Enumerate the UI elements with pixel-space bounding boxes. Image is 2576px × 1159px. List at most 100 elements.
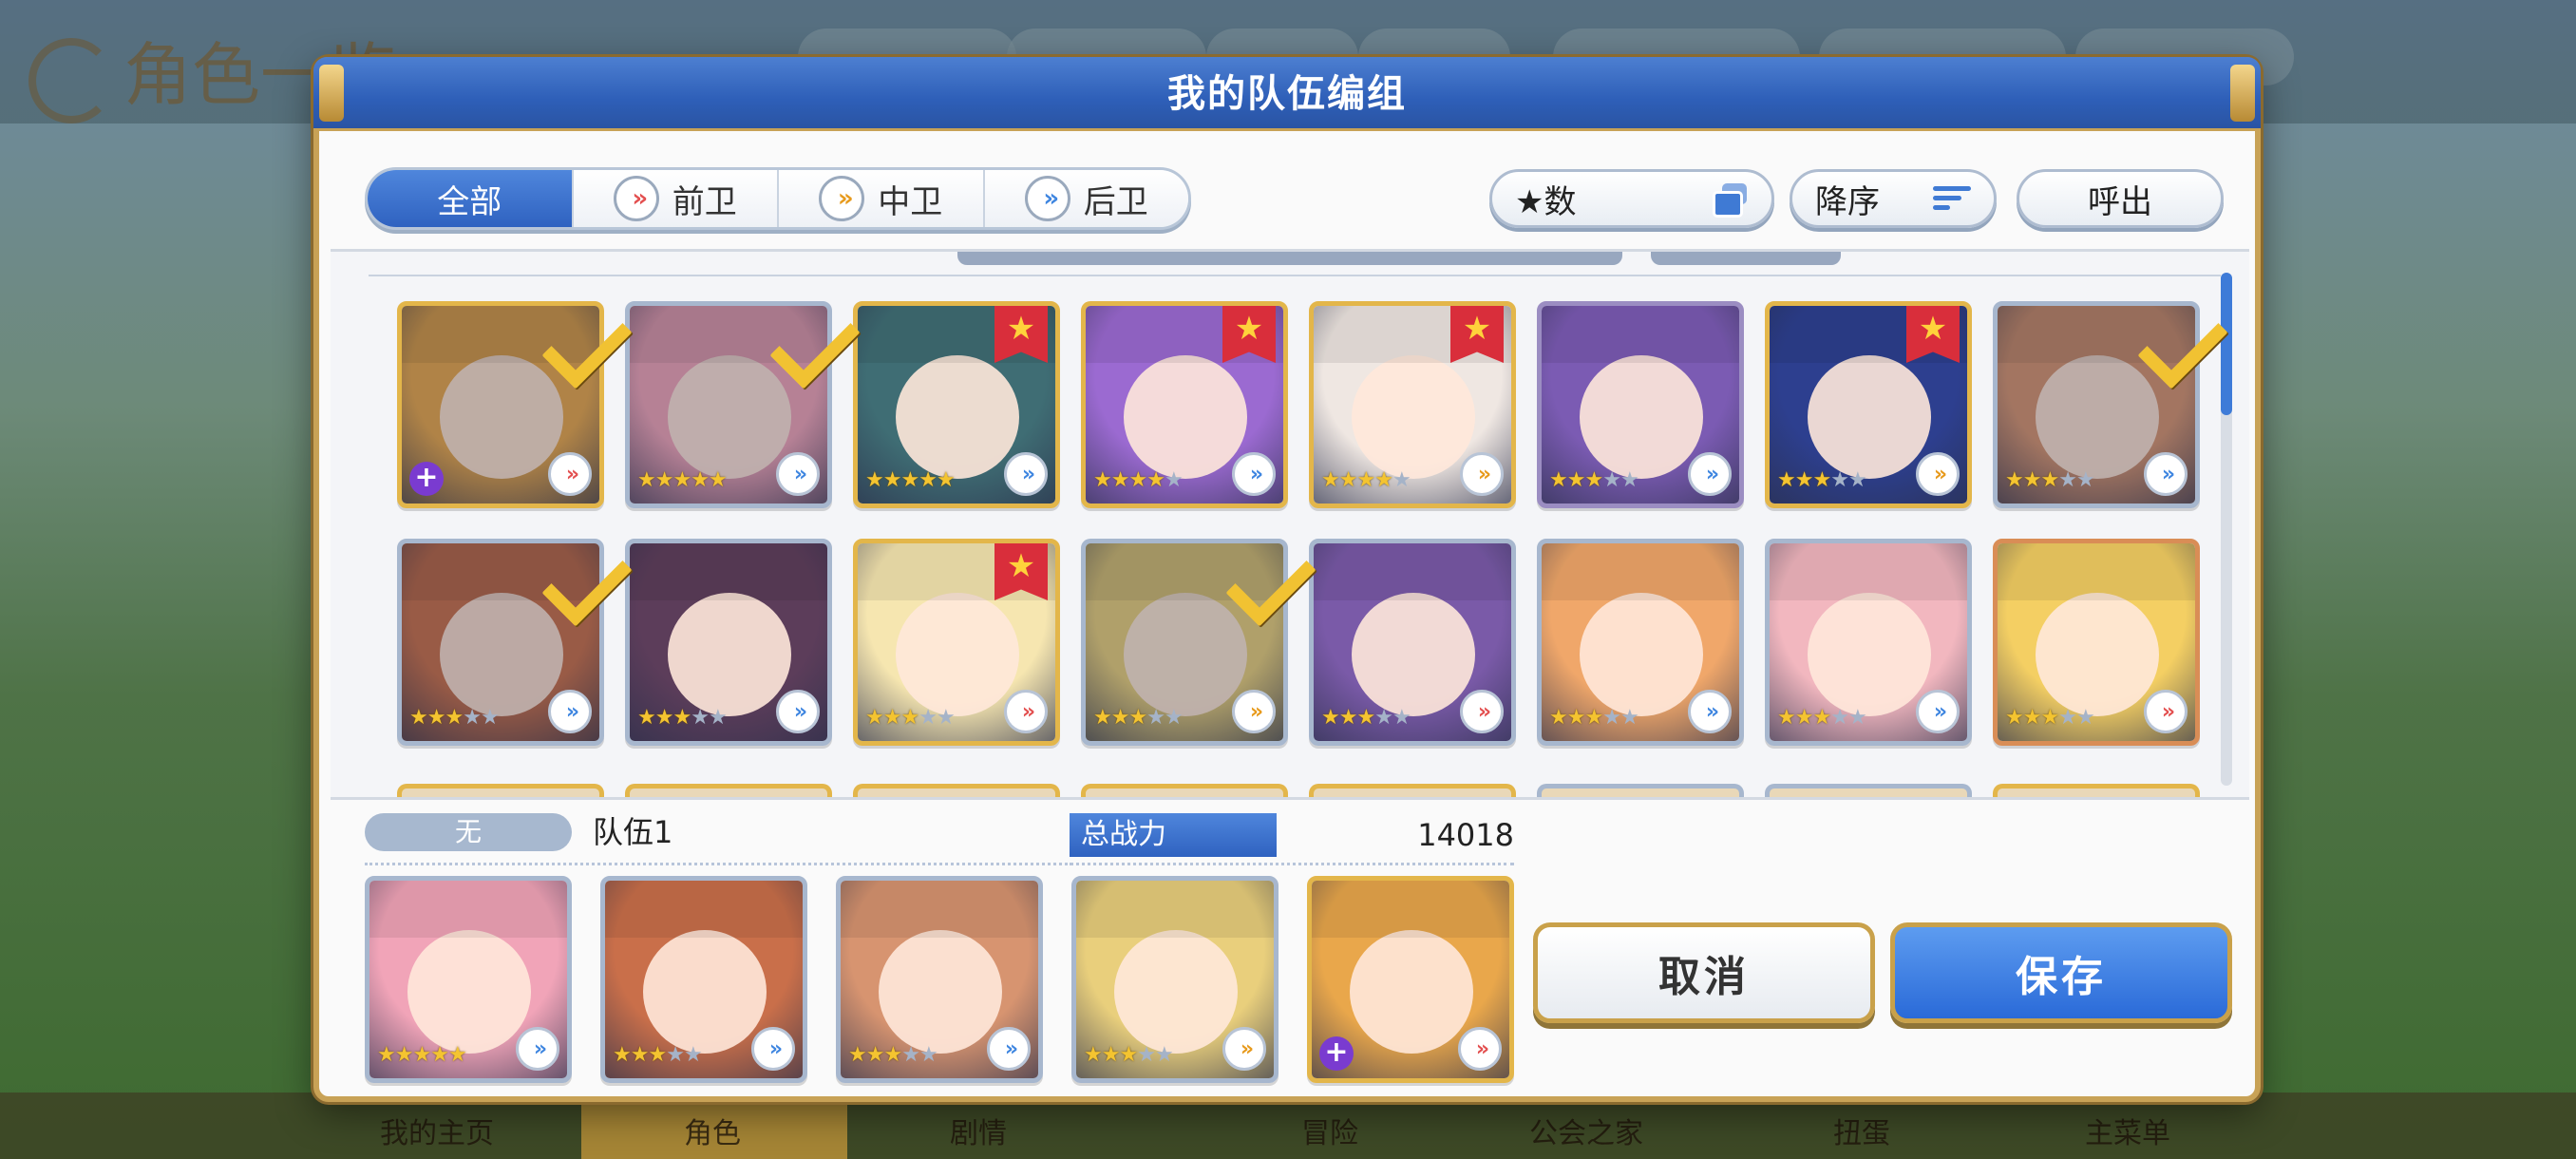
team-member-card[interactable]: ★★★★★ » (1071, 876, 1279, 1083)
star-icon: ★ (1101, 1043, 1121, 1067)
back-position-icon: » (1004, 452, 1048, 496)
tab-back[interactable]: » 后卫 (984, 170, 1188, 227)
star-filter-button[interactable]: ★数 (1489, 169, 1774, 228)
star-icon: ★ (1566, 468, 1586, 492)
front-position-icon: » (613, 176, 659, 221)
star-icon: ★ (1093, 706, 1112, 730)
star-icon: ★ (848, 1043, 867, 1067)
partial-character-card[interactable] (853, 784, 1060, 797)
tab-front[interactable]: » 前卫 (573, 170, 779, 227)
star-icon: ★ (409, 706, 428, 730)
partial-character-card[interactable] (1993, 784, 2200, 797)
partial-character-card[interactable] (397, 784, 604, 797)
star-icon: ★ (1374, 468, 1393, 492)
mid-position-icon: » (1222, 1027, 1266, 1071)
save-label: 保存 (2016, 953, 2107, 1001)
star-icon: ★ (900, 706, 919, 730)
cancel-button[interactable]: 取消 (1533, 922, 1875, 1023)
save-button[interactable]: 保存 (1890, 922, 2232, 1023)
star-icon: ★ (1584, 706, 1603, 730)
star-icon: ★ (648, 1043, 667, 1067)
star-icon: ★ (919, 468, 938, 492)
star-icon: ★ (672, 468, 691, 492)
sort-order-button[interactable]: 降序 (1790, 169, 1997, 228)
roster-character-card[interactable]: ★★★★★ » ★ (1081, 301, 1288, 508)
team-member-card[interactable]: ★★★★★» (836, 876, 1043, 1083)
roster-character-card[interactable]: ★★★★★ » ★ (853, 301, 1060, 508)
team-member-card[interactable]: ★★★★★» (600, 876, 807, 1083)
back-position-icon: » (987, 1027, 1031, 1071)
star-rating: ★★★★★ (2005, 706, 2095, 730)
partial-character-card[interactable] (1081, 784, 1288, 797)
star-icon: ★ (654, 706, 674, 730)
star-rating: ★★★★★ (637, 706, 728, 730)
middle-position-icon: » (819, 176, 865, 221)
star-icon: ★ (447, 1043, 467, 1067)
background-nav-item: 冒险 (1301, 1117, 1358, 1150)
star-icon: ★ (2040, 468, 2059, 492)
star-icon: ★ (377, 1043, 396, 1067)
tab-middle[interactable]: » 中卫 (779, 170, 985, 227)
roster-scrollbar[interactable] (2221, 273, 2232, 786)
team-member-card[interactable]: ★★★★★» (365, 876, 572, 1083)
sort-label: 降序 (1815, 182, 1880, 221)
tab-all[interactable]: 全部 (368, 170, 574, 227)
star-icon: ★ (1392, 468, 1411, 492)
roster-character-card[interactable]: ★★★★★» (1765, 539, 1972, 746)
partial-character-card[interactable] (1309, 784, 1516, 797)
star-icon: ★ (865, 468, 884, 492)
star-icon: ★ (1584, 468, 1603, 492)
front-position-icon: » (2144, 690, 2188, 733)
swirl-logo-icon (28, 38, 114, 124)
team-member-card[interactable]: +» (1307, 876, 1514, 1083)
team-tag-pill[interactable]: 无 (365, 813, 572, 851)
roster-character-card[interactable]: ★★★★★» (1309, 539, 1516, 746)
cancel-label: 取消 (1658, 953, 1750, 1001)
selected-check-icon (540, 320, 625, 377)
total-power-label: 总战力 (1070, 813, 1277, 857)
roster-character-card[interactable]: ★★★★★» (1537, 301, 1744, 508)
back-position-icon: » (548, 690, 592, 733)
partial-character-card[interactable] (625, 784, 832, 797)
star-icon: ★ (919, 706, 938, 730)
star-icon: ★ (691, 706, 710, 730)
selected-check-icon (767, 320, 853, 377)
star-rating: ★★★★★ (1093, 468, 1184, 492)
star-icon: ★ (882, 706, 902, 730)
partial-character-card[interactable] (1537, 784, 1744, 797)
star-icon: ★ (637, 468, 656, 492)
back-position-icon: » (516, 1027, 559, 1071)
scroll-thumb[interactable] (2221, 273, 2232, 415)
partial-character-card[interactable] (1765, 784, 1972, 797)
roster-character-card[interactable]: ★★★★★ » ★ (1309, 301, 1516, 508)
star-icon: ★ (1110, 468, 1130, 492)
call-up-button[interactable]: 呼出 (2017, 169, 2224, 228)
back-position-icon: » (776, 452, 820, 496)
star-icon: ★ (1602, 468, 1621, 492)
mid-position-icon: » (1232, 690, 1276, 733)
roster-character-card[interactable]: ★★★★★ » (1993, 539, 2200, 746)
role-filter-tabs: 全部 » 前卫 » 中卫 » 后卫 (365, 167, 1191, 230)
character-roster-grid[interactable]: +» ★★★★★» ★★★★★» ★ ★★★★★» ★ ★★★★★» ★ ★★★★★» ★★★★★… (331, 249, 2249, 800)
star-rating: ★★★★★ (1084, 1043, 1174, 1067)
star-icon: ★ (882, 468, 902, 492)
star-icon: ★ (430, 1043, 449, 1067)
background-nav-item: 我的主页 (380, 1117, 494, 1150)
star-icon: ★ (865, 1043, 885, 1067)
star-icon: ★ (1164, 706, 1184, 730)
team-name[interactable]: 队伍1 (593, 813, 672, 851)
back-position-icon: » (1688, 690, 1732, 733)
star-icon: ★ (1119, 1043, 1138, 1067)
roster-character-card[interactable]: ★★★★★ » ★ (1765, 301, 1972, 508)
roster-character-card[interactable]: ★★★★★ » (1537, 539, 1744, 746)
star-rating: ★★★★★ (1549, 706, 1639, 730)
star-icon: ★ (412, 1043, 431, 1067)
sort-descending-icon (1933, 184, 1971, 213)
roster-character-card[interactable]: ★★★★★ » ★ (853, 539, 1060, 746)
mid-position-icon: » (1916, 452, 1960, 496)
roster-character-card[interactable]: ★★★★★» (625, 539, 832, 746)
divider (1070, 863, 1514, 865)
tab-label: 前卫 (672, 182, 737, 221)
star-icon: ★ (1356, 706, 1375, 730)
front-position-icon: » (1004, 690, 1048, 733)
